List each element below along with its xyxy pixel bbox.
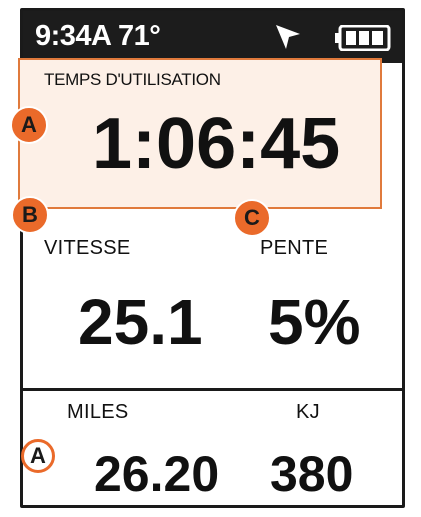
speed-value: 25.1: [78, 286, 203, 358]
callout-b-speed: B: [13, 198, 47, 232]
energy-value: 380: [270, 446, 354, 502]
distance-value: 26.20: [94, 446, 220, 502]
grade-label: PENTE: [260, 237, 329, 259]
speed-label: VITESSE: [44, 237, 131, 259]
timer-label: TEMPS D'UTILISATION: [44, 70, 221, 89]
energy-label: KJ: [296, 401, 320, 423]
status-bar: 9:34A 71°: [23, 11, 402, 63]
grade-value: 5%: [268, 286, 361, 358]
section-divider: [23, 388, 402, 391]
navigation-arrow-icon: [276, 25, 300, 49]
distance-label: MILES: [67, 401, 129, 423]
callout-a-bottom: A: [21, 439, 55, 473]
callout-a-timer: A: [12, 108, 46, 142]
callout-c-grade: C: [235, 201, 269, 235]
timer-value: 1:06:45: [92, 104, 341, 184]
status-time-temperature: 9:34A 71°: [35, 20, 161, 52]
battery-full-icon: [335, 25, 391, 51]
